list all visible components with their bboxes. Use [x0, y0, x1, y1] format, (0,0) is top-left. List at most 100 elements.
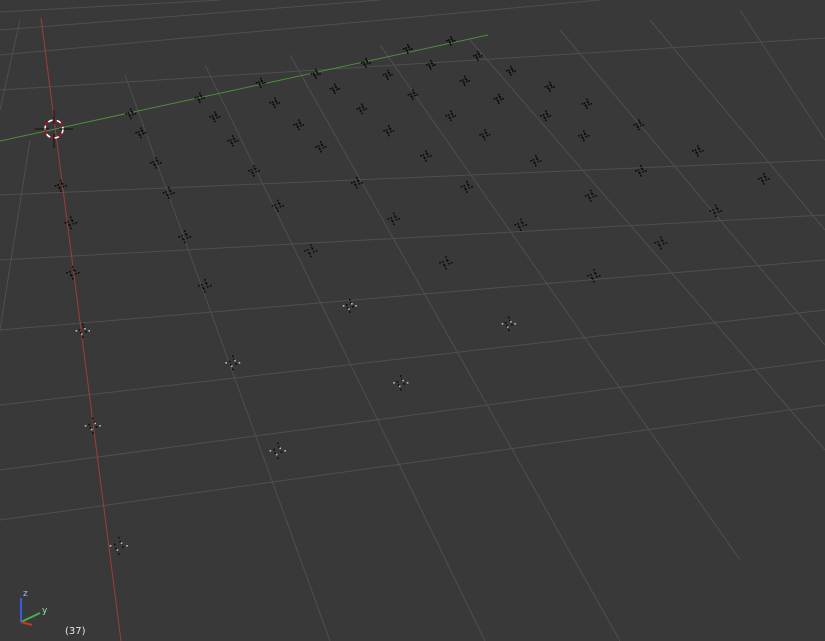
empty-object-dot: [712, 209, 714, 211]
empty-object[interactable]: [459, 75, 470, 86]
empty-object[interactable]: [54, 179, 67, 192]
empty-object-dot: [549, 81, 551, 84]
empty-object-dot: [765, 178, 768, 181]
empty-object[interactable]: [530, 155, 542, 167]
empty-object-dot: [182, 237, 184, 240]
empty-object[interactable]: [109, 536, 128, 555]
empty-object-dot: [201, 97, 203, 100]
empty-object[interactable]: [407, 89, 418, 100]
floor-grid: [0, 0, 825, 641]
empty-object[interactable]: [329, 83, 340, 94]
empty-object-dot: [357, 180, 360, 182]
empty-object-dot: [284, 450, 286, 452]
empty-object[interactable]: [692, 145, 704, 157]
empty-object-dot: [152, 161, 155, 163]
empty-object[interactable]: [255, 77, 266, 88]
empty-object[interactable]: [387, 212, 400, 225]
empty-object[interactable]: [269, 442, 286, 459]
empty-object[interactable]: [439, 256, 453, 270]
empty-object[interactable]: [584, 189, 597, 202]
empty-object-dot: [481, 133, 484, 135]
empty-object-dot: [258, 83, 261, 85]
3d-viewport[interactable]: z y (37): [0, 0, 825, 641]
empty-object[interactable]: [654, 236, 668, 250]
empty-object-dot: [234, 140, 236, 143]
empty-object-dot: [365, 57, 367, 60]
empty-object-dot: [598, 275, 601, 277]
empty-object[interactable]: [420, 150, 432, 162]
empty-object-dot: [271, 205, 274, 207]
empty-object-dot: [451, 38, 453, 41]
empty-object-dot: [173, 192, 175, 194]
empty-object[interactable]: [304, 244, 318, 258]
empty-object-dot: [446, 40, 448, 42]
empty-object[interactable]: [227, 135, 239, 147]
empty-object-dot: [717, 210, 720, 213]
empty-object-dot: [430, 68, 432, 70]
empty-object-dot: [353, 181, 355, 183]
empty-object-dot: [334, 92, 336, 94]
empty-object-dot: [277, 210, 279, 212]
empty-object-dot: [215, 114, 218, 117]
empty-object[interactable]: [505, 65, 516, 76]
empty-object-dot: [385, 75, 388, 77]
empty-object[interactable]: [356, 103, 368, 115]
empty-object-dot: [471, 186, 473, 188]
empty-object-dot: [475, 54, 477, 56]
empty-object[interactable]: [393, 375, 409, 391]
empty-object-dot: [405, 49, 408, 51]
empty-object[interactable]: [315, 141, 327, 153]
empty-object[interactable]: [493, 93, 504, 104]
viewport-scene[interactable]: [0, 0, 825, 641]
empty-object[interactable]: [635, 165, 647, 177]
empty-object-dot: [388, 134, 390, 137]
empty-object-dot: [585, 135, 587, 138]
empty-object-dot: [251, 171, 253, 174]
empty-object[interactable]: [445, 110, 457, 122]
empty-object[interactable]: [514, 218, 528, 232]
empty-object[interactable]: [479, 129, 491, 141]
empty-object-dot: [452, 115, 454, 118]
empty-object[interactable]: [209, 111, 221, 123]
empty-object-dot: [393, 223, 395, 225]
empty-object-dot: [642, 170, 645, 173]
empty-object-dot: [58, 186, 60, 189]
empty-object-dot: [448, 116, 451, 119]
empty-object[interactable]: [501, 316, 516, 331]
empty-object-dot: [258, 170, 260, 172]
empty-object-dot: [410, 95, 413, 98]
empty-object-dot: [638, 119, 640, 121]
empty-object[interactable]: [540, 110, 552, 122]
empty-object[interactable]: [544, 81, 555, 92]
empty-object-dot: [453, 40, 456, 42]
empty-object-dot: [233, 138, 236, 140]
empty-object-dot: [273, 448, 275, 451]
empty-object[interactable]: [757, 172, 770, 185]
grid-line: [649, 19, 825, 231]
empty-object[interactable]: [460, 180, 473, 193]
empty-object-dot: [391, 219, 393, 222]
empty-object[interactable]: [383, 125, 395, 137]
empty-object[interactable]: [269, 97, 281, 109]
empty-object[interactable]: [382, 69, 393, 80]
empty-object-dot: [363, 108, 365, 111]
empty-object[interactable]: [293, 119, 305, 131]
empty-object-dot: [447, 263, 450, 265]
empty-object-dot: [760, 177, 763, 179]
navigation-gizmo[interactable]: z y: [10, 580, 60, 630]
empty-object-dot: [514, 323, 516, 325]
grid-line: [0, 0, 221, 13]
grid-line: [289, 54, 621, 641]
empty-object[interactable]: [75, 323, 90, 338]
empty-object[interactable]: [578, 130, 590, 142]
empty-object-dot: [88, 423, 90, 426]
empty-object-dot: [269, 102, 272, 104]
empty-object-dot: [407, 52, 409, 54]
empty-object-dot: [261, 80, 263, 83]
empty-object[interactable]: [350, 176, 363, 189]
empty-object-dot: [346, 307, 349, 309]
empty-object-dot: [403, 48, 405, 50]
empty-object-dot: [338, 88, 340, 90]
empty-object[interactable]: [425, 59, 436, 70]
empty-object[interactable]: [581, 98, 593, 110]
